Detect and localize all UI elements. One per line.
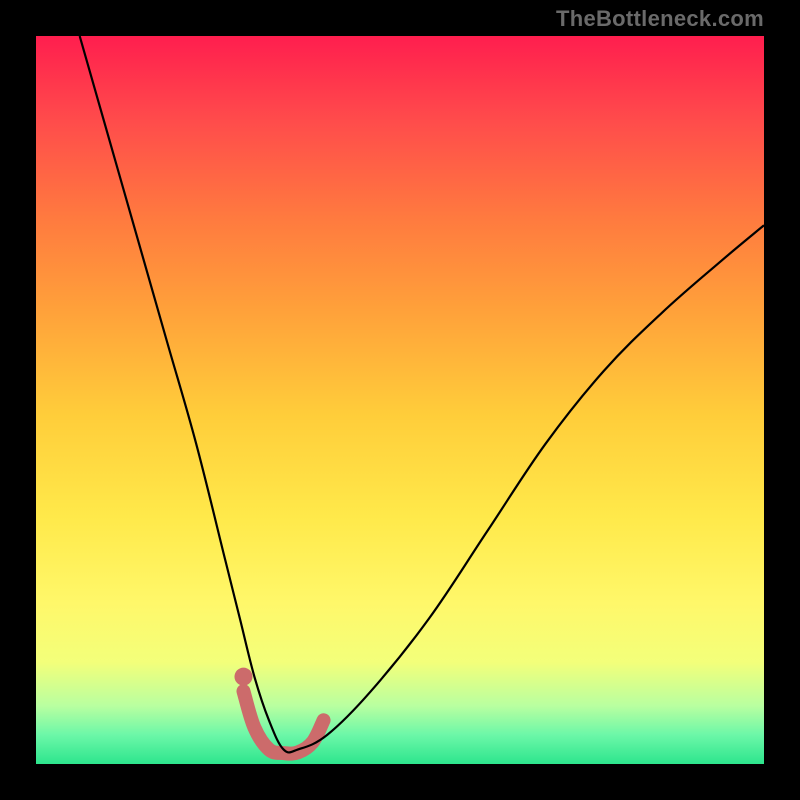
chart-frame: TheBottleneck.com bbox=[0, 0, 800, 800]
curve-layer bbox=[0, 0, 800, 800]
highlight-marker bbox=[234, 668, 252, 686]
bottleneck-curve bbox=[80, 36, 764, 752]
